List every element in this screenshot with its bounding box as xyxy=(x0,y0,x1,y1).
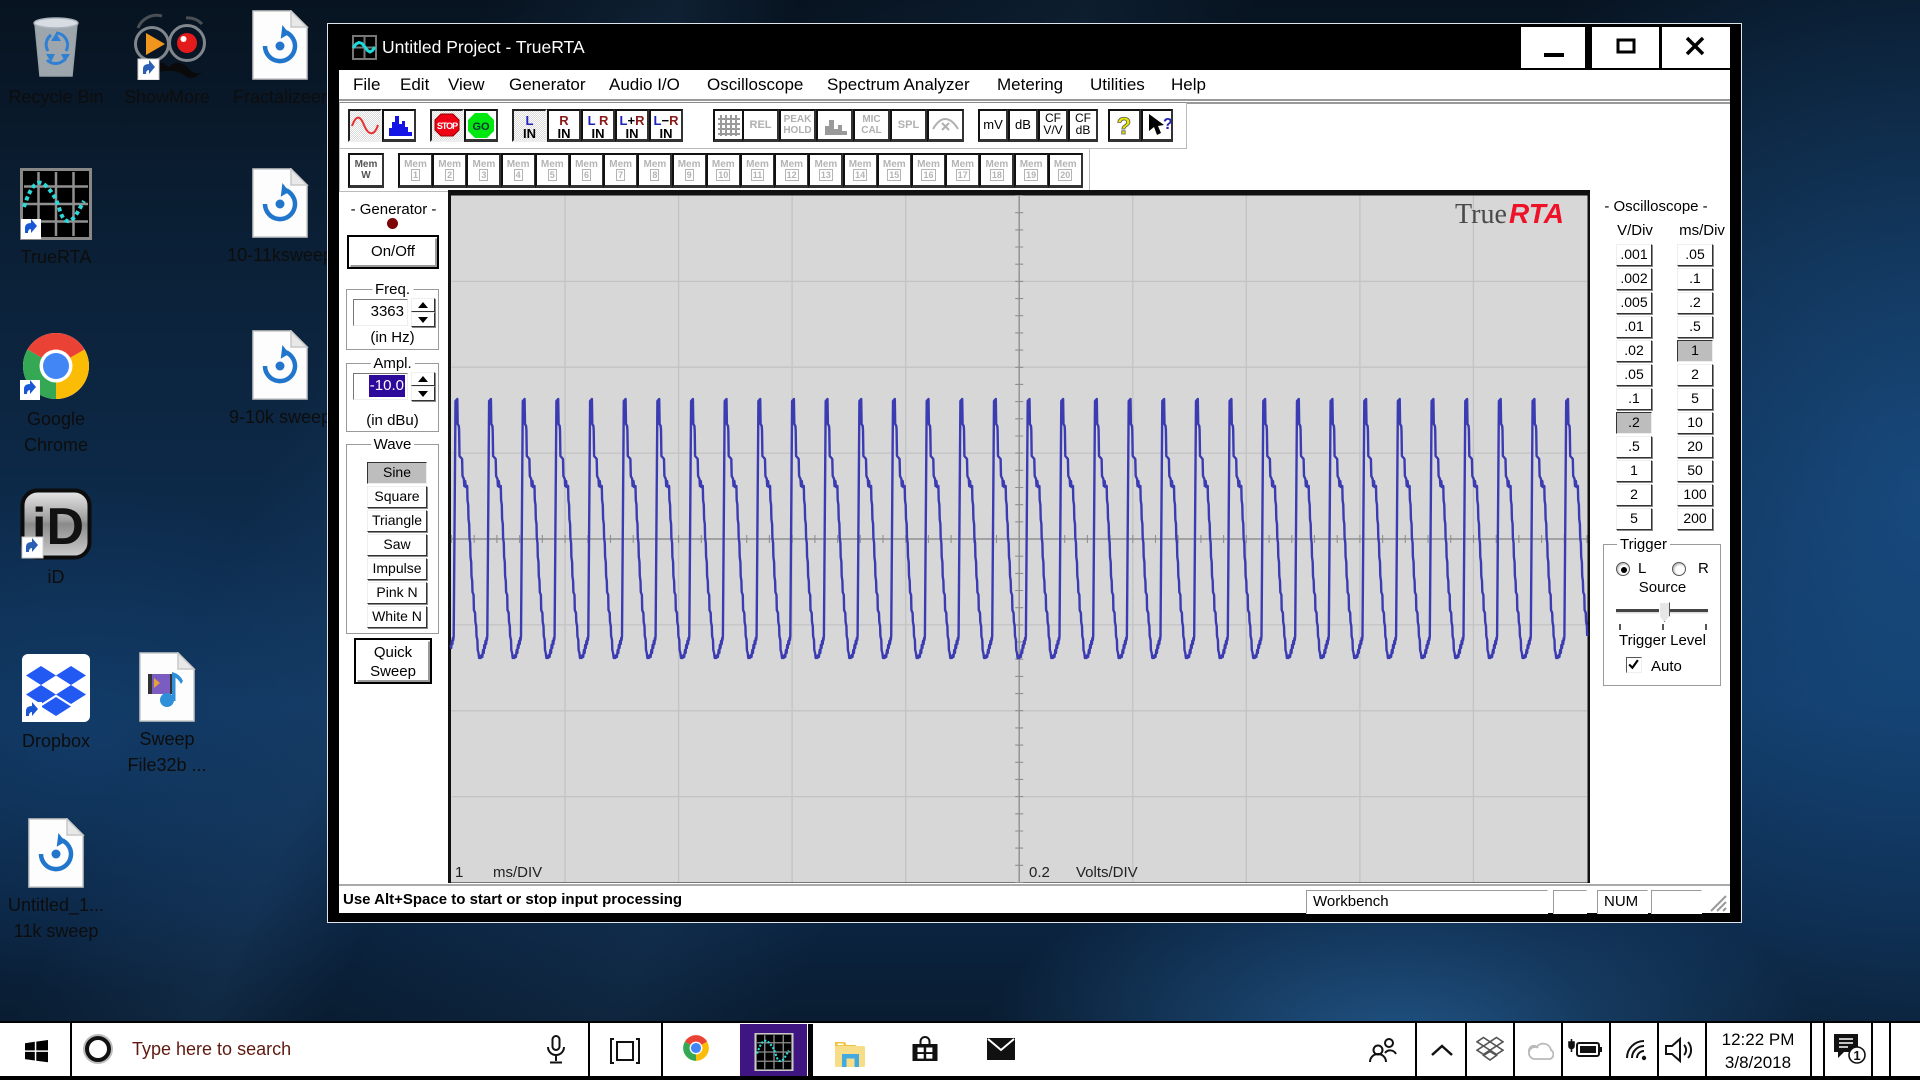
svg-text:Volts/DIV: Volts/DIV xyxy=(1076,864,1138,881)
svg-text:?: ? xyxy=(1117,113,1132,140)
svg-text:1: 1 xyxy=(455,864,463,881)
svg-text:1: 1 xyxy=(1853,1048,1860,1063)
svg-text:RTA: RTA xyxy=(1509,198,1564,229)
svg-text:0.2: 0.2 xyxy=(1029,864,1050,881)
svg-text:GO: GO xyxy=(472,121,490,133)
svg-text:ms/DIV: ms/DIV xyxy=(493,864,542,881)
svg-text:?: ? xyxy=(1163,116,1171,133)
svg-text:STOP: STOP xyxy=(437,121,458,131)
svg-text:True: True xyxy=(1455,199,1507,230)
